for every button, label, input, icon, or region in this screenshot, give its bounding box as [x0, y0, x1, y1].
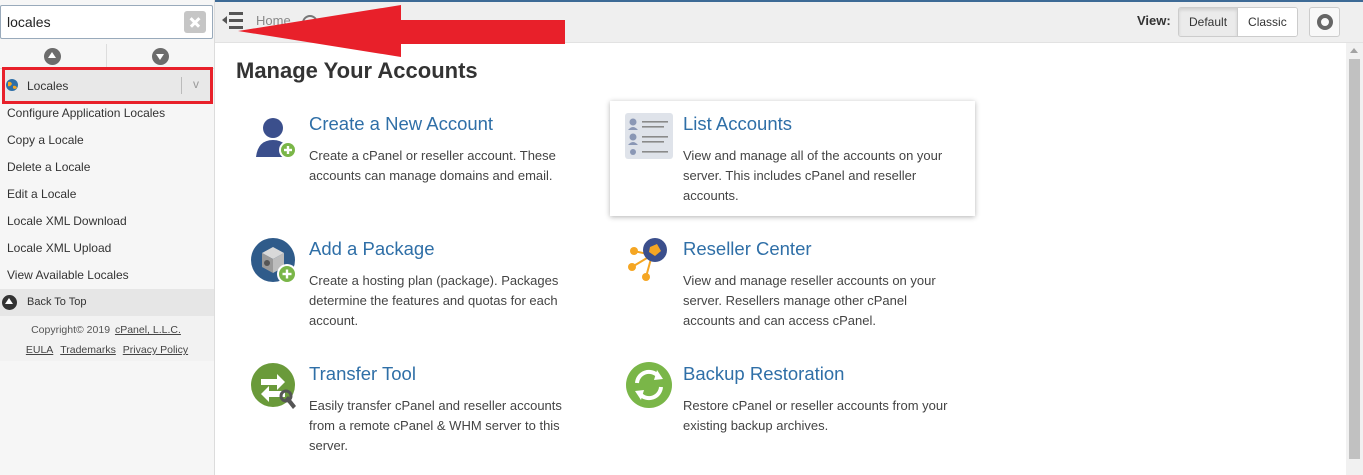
clear-search-button[interactable] — [184, 11, 206, 33]
sidebar-item-copy-a-locale[interactable]: Copy a Locale — [0, 127, 214, 154]
card-description: View and manage reseller accounts on you… — [683, 273, 936, 328]
search-input[interactable] — [7, 12, 177, 32]
main-content: Manage Your Accounts Create a New Accoun… — [215, 43, 1346, 475]
copyright-text: Copyright© 2019 — [31, 324, 111, 336]
sidebar-item-locale-xml-upload[interactable]: Locale XML Upload — [0, 235, 214, 262]
divider — [106, 44, 107, 68]
card-description: Create a cPanel or reseller account. The… — [309, 148, 556, 183]
sidebar-item-configure-application-locales[interactable]: Configure Application Locales — [0, 100, 214, 127]
copyright-line: Copyright© 2019 cPanel, L.L.C. — [0, 323, 214, 337]
sidebar-item-view-available-locales[interactable]: View Available Locales — [0, 262, 214, 289]
sidebar-item-edit-a-locale[interactable]: Edit a Locale — [0, 181, 214, 208]
sidebar-nav-list: Configure Application Locales Copy a Loc… — [0, 100, 214, 289]
category-header-locales[interactable]: Locales v — [2, 67, 213, 104]
card-description: Restore cPanel or reseller accounts from… — [683, 398, 948, 433]
package-add-icon — [251, 238, 297, 284]
view-classic-button[interactable]: Classic — [1238, 8, 1297, 36]
card-reseller-center[interactable]: Reseller Center View and manage reseller… — [610, 226, 975, 341]
collapse-up-arrow-icon[interactable] — [44, 48, 61, 65]
view-default-button[interactable]: Default — [1179, 8, 1239, 36]
card-backup-restoration[interactable]: Backup Restoration Restore cPanel or res… — [610, 351, 975, 466]
company-link[interactable]: cPanel, L.L.C. — [115, 324, 181, 336]
card-create-new-account[interactable]: Create a New Account Create a cPanel or … — [236, 101, 601, 216]
back-to-top-button[interactable]: Back To Top — [0, 289, 214, 316]
card-list-accounts[interactable]: List Accounts View and manage all of the… — [610, 101, 975, 216]
card-title[interactable]: List Accounts — [683, 113, 792, 135]
scroll-up-arrow-icon[interactable] — [1350, 48, 1358, 53]
divider — [181, 77, 182, 94]
sidebar: Locales v Configure Application Locales … — [0, 0, 215, 475]
card-description: View and manage all of the accounts on y… — [683, 148, 943, 203]
sidebar-footer: Copyright© 2019 cPanel, L.L.C. EULA Trad… — [0, 316, 214, 361]
card-title[interactable]: Reseller Center — [683, 238, 812, 260]
sidebar-collapse-controls — [0, 44, 214, 69]
scrollbar-thumb[interactable] — [1349, 59, 1360, 459]
page-title: Manage Your Accounts — [236, 58, 478, 83]
card-add-package[interactable]: Add a Package Create a hosting plan (pac… — [236, 226, 601, 341]
card-description: Easily transfer cPanel and reseller acco… — [309, 398, 562, 453]
footer-links: EULA Trademarks Privacy Policy — [0, 343, 214, 357]
trademarks-link[interactable]: Trademarks — [60, 344, 116, 356]
backup-restoration-icon — [626, 362, 672, 408]
eula-link[interactable]: EULA — [26, 344, 53, 356]
vertical-scrollbar[interactable] — [1346, 43, 1363, 475]
search-box — [0, 5, 213, 39]
list-accounts-icon — [625, 113, 673, 159]
category-label: Locales — [27, 79, 69, 93]
sidebar-item-locale-xml-download[interactable]: Locale XML Download — [0, 208, 214, 235]
view-toggle: Default Classic — [1178, 7, 1298, 37]
card-title[interactable]: Transfer Tool — [309, 363, 416, 385]
expand-down-arrow-icon[interactable] — [152, 48, 169, 65]
lifebuoy-icon — [1317, 14, 1333, 30]
view-label: View: — [1137, 13, 1171, 28]
locales-icon — [6, 79, 18, 91]
transfer-tool-icon — [251, 363, 296, 409]
card-title[interactable]: Create a New Account — [309, 113, 493, 135]
card-transfer-tool[interactable]: Transfer Tool Easily transfer cPanel and… — [236, 351, 601, 466]
arrow-up-circle-icon — [2, 295, 17, 310]
user-add-icon — [256, 118, 297, 159]
help-button[interactable] — [1309, 7, 1340, 37]
card-title[interactable]: Backup Restoration — [683, 363, 844, 385]
privacy-policy-link[interactable]: Privacy Policy — [123, 344, 188, 356]
chevron-down-icon[interactable]: v — [193, 77, 199, 91]
arrowhead — [222, 16, 227, 24]
sidebar-item-delete-a-locale[interactable]: Delete a Locale — [0, 154, 214, 181]
card-description: Create a hosting plan (package). Package… — [309, 273, 559, 328]
reseller-center-icon — [628, 238, 667, 281]
card-title[interactable]: Add a Package — [309, 238, 434, 260]
whm-app: Locales v Configure Application Locales … — [0, 0, 1363, 475]
back-to-top-label: Back To Top — [27, 296, 87, 308]
